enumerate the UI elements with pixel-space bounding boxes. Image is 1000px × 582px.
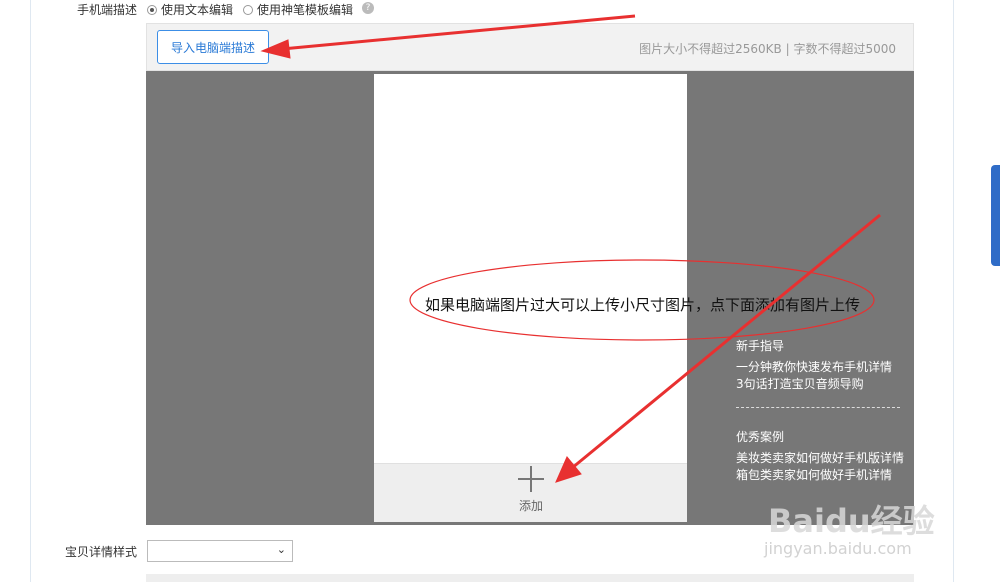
side-tab[interactable] <box>991 165 1000 266</box>
detail-style-label: 宝贝详情样式 <box>64 545 137 559</box>
case-link-cosmetics[interactable]: 美妆类卖家如何做好手机版详情 <box>736 450 906 467</box>
annotation-text: 如果电脑端图片过大可以上传小尺寸图片，点下面添加有图片上传 <box>425 296 861 314</box>
plus-icon[interactable] <box>518 466 544 492</box>
radio-text-edit[interactable]: 使用文本编辑 <box>147 1 233 18</box>
radio-unchecked-icon <box>243 4 253 15</box>
guide-link-fast-publish[interactable]: 一分钟教你快速发布手机详情 <box>736 359 906 376</box>
radio-template-edit[interactable]: 使用神笔模板编辑 <box>243 1 353 18</box>
help-icon[interactable]: ? <box>362 2 374 14</box>
bottom-section <box>146 574 914 582</box>
import-pc-description-button[interactable]: 导入电脑端描述 <box>157 30 269 64</box>
chevron-down-icon: ⌄ <box>276 543 286 556</box>
radio-template-edit-label: 使用神笔模板编辑 <box>257 3 354 17</box>
newbie-guide-title: 新手指导 <box>736 339 785 353</box>
frame-right-border <box>953 0 954 582</box>
detail-style-select[interactable]: ⌄ <box>147 540 293 562</box>
limit-hint: 图片大小不得超过2560KB | 字数不得超过5000 <box>639 42 896 56</box>
radio-checked-icon <box>147 4 157 15</box>
cases-title: 优秀案例 <box>736 430 785 444</box>
add-label[interactable]: 添加 <box>505 497 557 514</box>
radio-text-edit-label: 使用文本编辑 <box>161 3 234 17</box>
guide-divider <box>736 407 900 408</box>
frame-left-border <box>30 0 31 582</box>
guide-link-audio-guide[interactable]: 3句话打造宝贝音频导购 <box>736 376 906 393</box>
baidu-watermark: Baidu经验 <box>768 502 935 540</box>
baidu-watermark-url: jingyan.baidu.com <box>764 539 912 558</box>
guide-panel: 新手指导 一分钟教你快速发布手机详情 3句话打造宝贝音频导购 优秀案例 美妆类卖… <box>736 337 906 484</box>
case-link-bags[interactable]: 箱包类卖家如何做好手机详情 <box>736 467 906 484</box>
mobile-description-label: 手机端描述 <box>76 3 137 17</box>
